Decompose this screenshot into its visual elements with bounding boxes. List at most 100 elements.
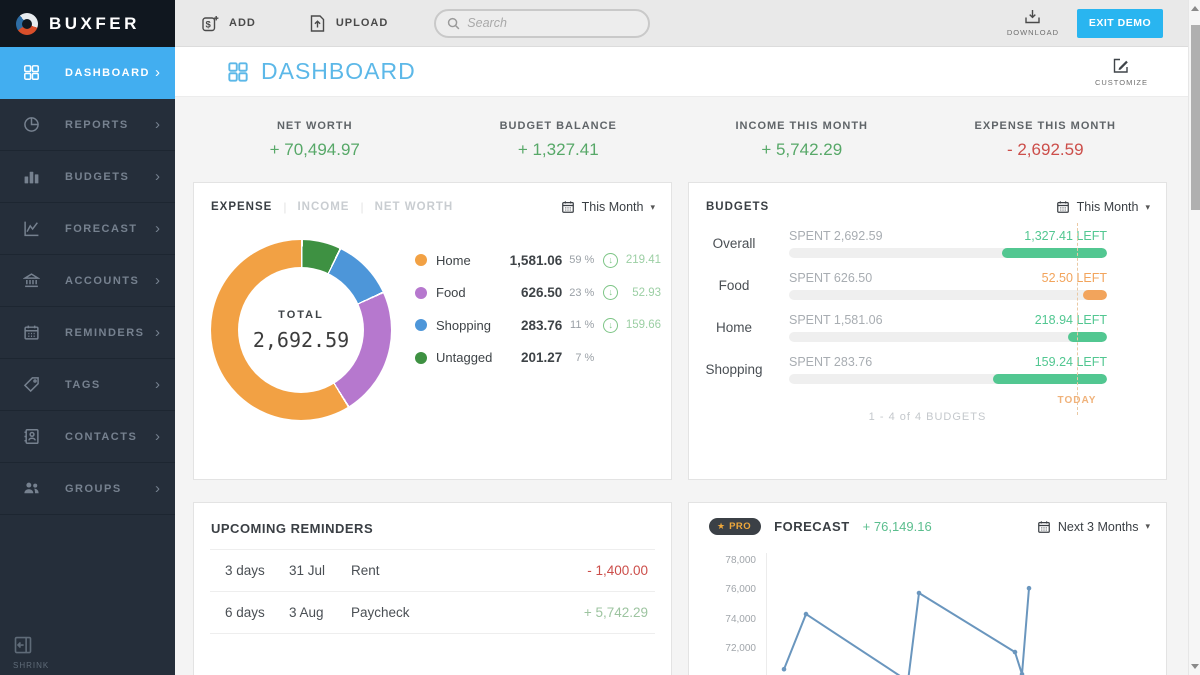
- forecast-period-dropdown[interactable]: Next 3 Months ▾: [1037, 520, 1150, 534]
- shopping-color-dot: [415, 319, 427, 331]
- income-summary: INCOME THIS MONTH + 5,742.29: [680, 97, 924, 182]
- calendar-icon: [23, 324, 40, 341]
- forecast-panel: ★ PRO FORECAST + 76,149.16 Next 3 Months…: [688, 502, 1167, 675]
- chevron-right-icon: ›: [155, 377, 160, 392]
- bank-icon: [23, 272, 40, 289]
- sidebar-item-groups[interactable]: GROUPS ›: [0, 463, 175, 515]
- chevron-right-icon: ›: [155, 481, 160, 496]
- expense-panel: EXPENSE | INCOME | NET WORTH This Month …: [193, 182, 672, 480]
- y-axis-tick: 72,000: [709, 643, 756, 654]
- sidebar-item-dashboard[interactable]: DASHBOARD ›: [0, 47, 175, 99]
- forecast-panel-title: FORECAST: [774, 519, 850, 534]
- customize-button[interactable]: CUSTOMIZE: [1095, 57, 1148, 87]
- content-header: DASHBOARD CUSTOMIZE: [175, 47, 1188, 97]
- scrollbar-thumb[interactable]: [1191, 25, 1200, 210]
- decrease-circle-icon: ↓: [603, 285, 618, 300]
- tab-net-worth[interactable]: NET WORTH: [375, 201, 454, 213]
- decrease-circle-icon: ↓: [603, 318, 618, 333]
- budget-row-shopping[interactable]: Shopping SPENT 283.76 159.24 LEFT: [689, 355, 1107, 384]
- spent-amount: SPENT 2,692.59: [789, 229, 883, 243]
- caret-down-icon: ▾: [650, 202, 655, 213]
- legend-row-food[interactable]: Food 626.50 23 % ↓ 52.93: [415, 277, 661, 310]
- sidebar: BUXFER DASHBOARD › REPORTS › BUDGETS › F…: [0, 0, 175, 675]
- brand-name: BUXFER: [49, 14, 140, 34]
- buxfer-logo-icon: [16, 13, 38, 35]
- left-amount: 52.50 LEFT: [1042, 271, 1107, 285]
- y-axis-line: [766, 553, 767, 675]
- sidebar-item-forecast[interactable]: FORECAST ›: [0, 203, 175, 255]
- budget-progress-fill: [1068, 332, 1107, 342]
- page-title: DASHBOARD: [227, 58, 416, 85]
- expense-donut[interactable]: [211, 240, 391, 420]
- tab-expense[interactable]: EXPENSE: [211, 201, 272, 213]
- reminders-panel-title: UPCOMING REMINDERS: [194, 503, 671, 536]
- budget-progress-bar: [789, 290, 1107, 300]
- sidebar-item-budgets[interactable]: BUDGETS ›: [0, 151, 175, 203]
- legend-row-home[interactable]: Home 1,581.06 59 % ↓ 219.41: [415, 244, 661, 277]
- calendar-icon: [1037, 520, 1051, 534]
- calendar-icon: [561, 200, 575, 214]
- scroll-up-arrow-icon[interactable]: [1191, 6, 1199, 11]
- budget-rows: Overall SPENT 2,692.59 1,327.41 LEFT Foo…: [689, 229, 1107, 384]
- upload-button[interactable]: UPLOAD: [308, 14, 388, 33]
- brand-logo[interactable]: BUXFER: [0, 0, 175, 47]
- reminder-row-paycheck[interactable]: 6 days 3 Aug Paycheck + 5,742.29: [210, 592, 655, 634]
- vertical-scrollbar[interactable]: [1188, 0, 1200, 675]
- chevron-right-icon: ›: [155, 65, 160, 80]
- upload-file-icon: [308, 14, 327, 33]
- budget-row-home[interactable]: Home SPENT 1,581.06 218.94 LEFT: [689, 313, 1107, 342]
- expense-period-dropdown[interactable]: This Month ▾: [561, 200, 655, 214]
- legend-row-shopping[interactable]: Shopping 283.76 11 % ↓ 159.66: [415, 309, 661, 342]
- budget-row-food[interactable]: Food SPENT 626.50 52.50 LEFT: [689, 271, 1107, 300]
- line-chart-icon: [23, 220, 40, 237]
- search-input[interactable]: [467, 16, 637, 30]
- exit-demo-button[interactable]: EXIT DEMO: [1077, 9, 1163, 38]
- dashboard-grid-icon: [227, 61, 249, 83]
- expense-summary: EXPENSE THIS MONTH - 2,692.59: [924, 97, 1168, 182]
- sidebar-item-accounts[interactable]: ACCOUNTS ›: [0, 255, 175, 307]
- sidebar-item-reminders[interactable]: REMINDERS ›: [0, 307, 175, 359]
- add-button[interactable]: $ ADD: [201, 14, 256, 33]
- chevron-right-icon: ›: [155, 221, 160, 236]
- y-axis-tick: 78,000: [709, 555, 756, 566]
- budget-progress-bar: [789, 248, 1107, 258]
- add-transaction-icon: $: [201, 14, 220, 33]
- scroll-down-arrow-icon[interactable]: [1191, 664, 1199, 669]
- chevron-right-icon: ›: [155, 325, 160, 340]
- spent-amount: SPENT 1,581.06: [789, 313, 883, 327]
- budgets-pagination: 1 - 4 of 4 BUDGETS: [689, 411, 1166, 423]
- budgets-period-dropdown[interactable]: This Month ▾: [1056, 200, 1150, 214]
- left-amount: 159.24 LEFT: [1035, 355, 1107, 369]
- budget-balance-summary: BUDGET BALANCE + 1,327.41: [437, 97, 681, 182]
- tab-separator: |: [360, 200, 363, 214]
- decrease-circle-icon: ↓: [603, 253, 618, 268]
- collapse-panel-icon: [13, 635, 33, 655]
- tag-icon: [23, 376, 40, 393]
- legend-row-untagged[interactable]: Untagged 201.27 7 % ↓: [415, 342, 661, 375]
- shrink-sidebar-button[interactable]: SHRINK: [13, 635, 49, 670]
- chevron-right-icon: ›: [155, 169, 160, 184]
- sidebar-item-reports[interactable]: REPORTS ›: [0, 99, 175, 151]
- caret-down-icon: ▾: [1145, 521, 1150, 532]
- pie-chart-icon: [23, 116, 40, 133]
- left-amount: 1,327.41 LEFT: [1024, 229, 1107, 243]
- reminder-row-rent[interactable]: 3 days 31 Jul Rent - 1,400.00: [210, 550, 655, 592]
- download-button[interactable]: DOWNLOAD: [1007, 9, 1059, 37]
- sidebar-item-contacts[interactable]: CONTACTS ›: [0, 411, 175, 463]
- calendar-icon: [1056, 200, 1070, 214]
- budget-row-overall[interactable]: Overall SPENT 2,692.59 1,327.41 LEFT: [689, 229, 1107, 258]
- food-color-dot: [415, 287, 427, 299]
- dashboard-grid-icon: [23, 64, 40, 81]
- topbar: $ ADD UPLOAD DOWNLOAD EXIT DEMO: [175, 0, 1188, 47]
- chevron-right-icon: ›: [155, 429, 160, 444]
- forecast-end-value: + 76,149.16: [863, 519, 932, 534]
- budget-progress-fill: [1002, 248, 1107, 258]
- tab-income[interactable]: INCOME: [297, 201, 349, 213]
- bar-chart-icon: [23, 168, 40, 185]
- sidebar-item-tags[interactable]: TAGS ›: [0, 359, 175, 411]
- home-color-dot: [415, 254, 427, 266]
- untagged-color-dot: [415, 352, 427, 364]
- y-axis-tick: 76,000: [709, 584, 756, 595]
- summary-row: NET WORTH + 70,494.97 BUDGET BALANCE + 1…: [193, 97, 1167, 182]
- expense-tabs: EXPENSE | INCOME | NET WORTH: [211, 200, 453, 214]
